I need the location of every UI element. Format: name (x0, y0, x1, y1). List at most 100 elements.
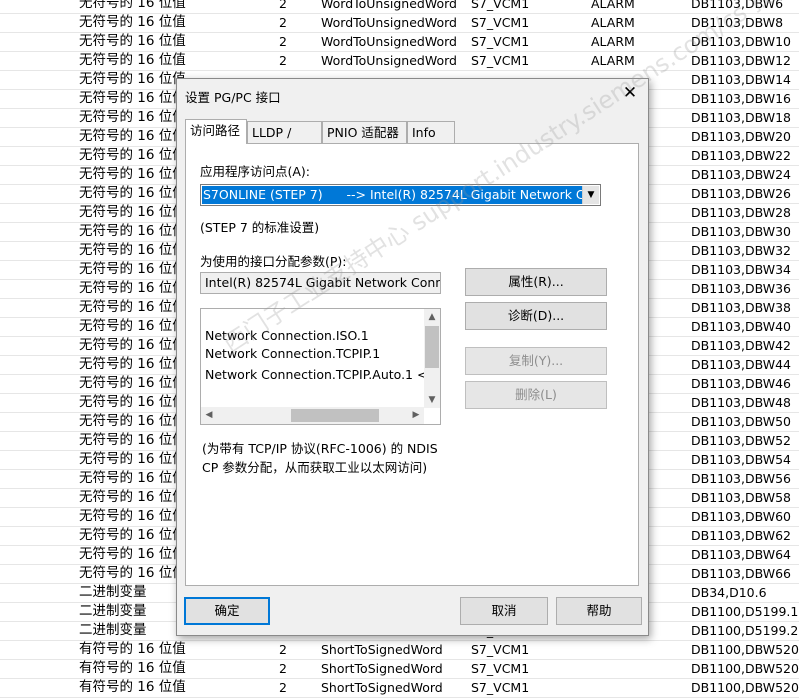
description-line1: (为带有 TCP/IP 协议(RFC-1006) 的 NDIS (202, 441, 438, 456)
cell-address: DB1103,DBW46 (691, 376, 792, 391)
table-row[interactable]: 无符号的 16 位值 2 WordToUnsignedWord S7_VCM1 ALAR… (0, 0, 799, 14)
table-row[interactable]: 无符号的 16 位值 2 WordToUnsignedWord S7_VCM1 ALAR… (0, 13, 799, 33)
cell-address: DB1103,DBW8 (691, 15, 784, 30)
vertical-scroll-thumb[interactable] (425, 326, 439, 368)
access-point-label: 应用程序访问点(A): (200, 164, 311, 179)
list-item[interactable]: Network Connection.ISO.1 (205, 328, 369, 343)
pgpc-interface-dialog: 设置 PG/PC 接口 ✕ 访问路径 LLDP / DCP PNIO 适配器 I… (176, 78, 649, 636)
properties-button[interactable]: 属性(R)... (465, 268, 607, 296)
cell-address: DB1103,DBW62 (691, 528, 792, 543)
scroll-down-icon[interactable]: ▼ (424, 392, 440, 408)
cell-group (591, 640, 685, 659)
cell-address: DB1103,DBW48 (691, 395, 792, 410)
cell-address: DB1103,DBW52 (691, 433, 792, 448)
scroll-right-icon[interactable]: ▶ (408, 407, 424, 423)
list-item[interactable]: Network Connection.TCPIP.1 (205, 346, 380, 361)
cell-length: 2 (279, 15, 287, 30)
cell-conversion: WordToUnsignedWord (321, 53, 457, 68)
cell-address: DB1103,DBW10 (691, 34, 792, 49)
cell-connection: S7_VCM1 (471, 34, 530, 49)
cell-conversion: WordToUnsignedWord (321, 0, 457, 11)
description-line2: CP 参数分配，从而获取工业以太网访问) (202, 460, 428, 475)
table-row[interactable]: 有符号的 16 位值 2 ShortToSignedWord S7_VCM1 DB110… (0, 678, 799, 698)
cell-length: 2 (279, 34, 287, 49)
cell-conversion: ShortToSignedWord (321, 680, 443, 695)
cell-connection: S7_VCM1 (471, 15, 530, 30)
cell-address: DB1100,DBW5202 (691, 642, 799, 657)
vertical-scrollbar[interactable]: ▲ ▼ (424, 309, 440, 408)
table-row[interactable]: 无符号的 16 位值 2 WordToUnsignedWord S7_VCM1 ALAR… (0, 32, 799, 52)
cell-address: DB1103,DBW16 (691, 91, 792, 106)
cell-group: ALARM (591, 34, 635, 49)
cell-address: DB1103,DBW56 (691, 471, 792, 486)
access-point-value: S7ONLINE (STEP 7) --> Intel(R) 82574L Gi… (202, 186, 582, 204)
cell-address: DB1103,DBW44 (691, 357, 792, 372)
cancel-button[interactable]: 取消 (460, 597, 548, 625)
cell-conversion: WordToUnsignedWord (321, 34, 457, 49)
cell-address: DB1103,DBW28 (691, 205, 792, 220)
cell-address: DB1103,DBW32 (691, 243, 792, 258)
cell-address: DB1103,DBW30 (691, 224, 792, 239)
cell-address: DB1100,D5199.1 (691, 604, 799, 619)
table-row[interactable]: 无符号的 16 位值 2 WordToUnsignedWord S7_VCM1 ALAR… (0, 51, 799, 71)
table-row[interactable]: 有符号的 16 位值 2 ShortToSignedWord S7_VCM1 DB110… (0, 640, 799, 660)
cell-length: 2 (279, 53, 287, 68)
dialog-title: 设置 PG/PC 接口 (185, 90, 281, 105)
table-row[interactable]: 有符号的 16 位值 2 ShortToSignedWord S7_VCM1 DB110… (0, 659, 799, 679)
tab-lldp-dcp[interactable]: LLDP / DCP (247, 121, 322, 162)
cell-group (591, 659, 685, 678)
cell-type: 无符号的 16 位值 (79, 33, 186, 49)
cell-address: DB1103,DBW12 (691, 53, 792, 68)
cell-type: 无符号的 16 位值 (79, 52, 186, 68)
tab-pnio-adapter[interactable]: PNIO 适配器 (322, 121, 407, 143)
horizontal-scroll-thumb[interactable] (291, 409, 379, 422)
cell-address: DB1103,DBW6 (691, 0, 784, 11)
cell-type: 有符号的 16 位值 (79, 641, 186, 657)
cell-address: DB1103,DBW20 (691, 129, 792, 144)
cell-connection: S7_VCM1 (471, 0, 530, 11)
cell-address: DB1103,DBW36 (691, 281, 792, 296)
cell-address: DB1103,DBW14 (691, 72, 792, 87)
cell-length: 2 (279, 680, 287, 695)
access-point-note: (STEP 7 的标准设置) (200, 220, 320, 235)
cell-address: DB1103,DBW58 (691, 490, 792, 505)
close-icon[interactable]: ✕ (620, 83, 640, 103)
cell-connection: S7_VCM1 (471, 661, 530, 676)
scroll-up-icon[interactable]: ▲ (424, 309, 440, 325)
cell-group: ALARM (591, 53, 635, 68)
delete-button[interactable]: 删除(L) (465, 381, 607, 409)
cell-group: ALARM (591, 15, 635, 30)
cell-address: DB1103,DBW42 (691, 338, 792, 353)
copy-button[interactable]: 复制(Y)... (465, 347, 607, 375)
interface-list[interactable]: Network Connection.ISO.1 Network Connect… (200, 308, 441, 425)
selected-interface-field[interactable]: Intel(R) 82574L Gigabit Network Connect (200, 272, 441, 294)
cell-address: DB1103,DBW50 (691, 414, 792, 429)
cell-length: 2 (279, 661, 287, 676)
cell-group (591, 678, 685, 697)
cell-address: DB34,D10.6 (691, 585, 767, 600)
chevron-down-icon[interactable]: ▼ (582, 186, 599, 204)
ok-button[interactable]: 确定 (184, 597, 270, 625)
horizontal-scrollbar[interactable]: ◀ ▶ (201, 407, 424, 424)
cell-address: DB1103,DBW22 (691, 148, 792, 163)
cell-address: DB1103,DBW60 (691, 509, 792, 524)
cell-conversion: ShortToSignedWord (321, 642, 443, 657)
cell-address: DB1103,DBW18 (691, 110, 792, 125)
cell-length: 2 (279, 0, 287, 11)
list-item[interactable]: Network Connection.TCPIP.Auto.1 <激 (205, 364, 440, 383)
cell-type: 有符号的 16 位值 (79, 679, 186, 695)
cell-address: DB1103,DBW26 (691, 186, 792, 201)
help-button[interactable]: 帮助 (556, 597, 642, 625)
tab-access-path[interactable]: 访问路径 (185, 119, 247, 144)
diagnostics-button[interactable]: 诊断(D)... (465, 302, 607, 330)
scroll-left-icon[interactable]: ◀ (201, 407, 217, 423)
cell-conversion: ShortToSignedWord (321, 661, 443, 676)
cell-address: DB1100,DBW5204 (691, 661, 799, 676)
cell-conversion: WordToUnsignedWord (321, 15, 457, 30)
cell-address: DB1103,DBW34 (691, 262, 792, 277)
cell-type: 无符号的 16 位值 (79, 14, 186, 30)
cell-address: DB1103,DBW38 (691, 300, 792, 315)
tab-info[interactable]: Info (407, 121, 455, 143)
cell-connection: S7_VCM1 (471, 53, 530, 68)
access-point-select[interactable]: S7ONLINE (STEP 7) --> Intel(R) 82574L Gi… (200, 184, 601, 206)
